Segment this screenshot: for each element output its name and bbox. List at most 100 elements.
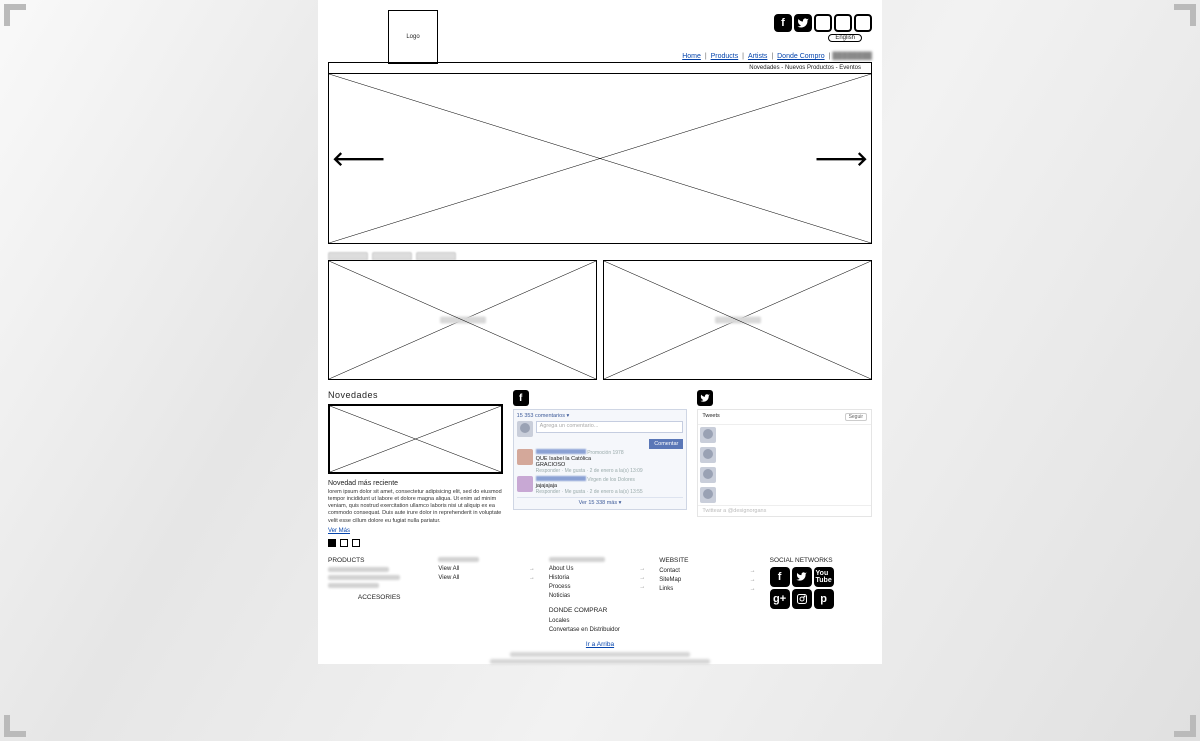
footer-facebook-icon[interactable]: f [770, 567, 790, 587]
footer-locales[interactable]: Locales [549, 617, 651, 626]
fb-comment-count[interactable]: 15 353 comentarios ▾ [517, 413, 684, 419]
footer-legal-blurred [318, 652, 882, 664]
footer-process[interactable]: Process→ [549, 583, 651, 592]
tab-3[interactable] [416, 252, 456, 260]
tweets-list[interactable] [698, 425, 871, 505]
feature-panel-left[interactable] [328, 260, 597, 380]
feature-panel-right[interactable] [603, 260, 872, 380]
social-slot-5[interactable] [854, 14, 872, 32]
facebook-column: f 15 353 comentarios ▾ Agrega un comenta… [513, 390, 688, 547]
hero-image-placeholder [328, 74, 872, 244]
fb-extra-1: Promoción 1978 [587, 450, 623, 456]
fb-input-row: Agrega un comentario... [517, 421, 684, 437]
footer-noticias[interactable]: Noticias [549, 592, 651, 601]
footer-googleplus-icon[interactable]: g+ [770, 589, 790, 609]
twitter-header: Tweets Seguir [698, 410, 871, 425]
footer: PRODUCTS ACCESORIES View All→ View All→ … [328, 557, 872, 635]
footer-sitemap[interactable]: SiteMap→ [659, 576, 761, 585]
fb-comment-button[interactable]: Comentar [649, 439, 683, 449]
page-dot-2[interactable] [340, 539, 348, 547]
footer-col-viewall: View All→ View All→ [438, 557, 540, 635]
footer-col-company: About Us→ Historia→ Process→ Noticias DO… [549, 557, 651, 635]
novedades-body: lorem ipsum dolor sit amet, consectetur … [328, 489, 503, 525]
language-selector[interactable]: English [828, 34, 862, 42]
fb-comment-input[interactable]: Agrega un comentario... [536, 421, 684, 433]
nav-home[interactable]: Home [682, 53, 701, 60]
tw-avatar-1 [700, 427, 716, 443]
novedades-subtitle: Novedad más reciente [328, 480, 503, 487]
logo-label: Logo [406, 34, 419, 40]
footer-blur-5 [549, 557, 605, 562]
footer-viewall-2[interactable]: View All→ [438, 574, 540, 583]
footer-distribuidor[interactable]: Convertase en Distribuidor [549, 626, 651, 635]
footer-blur-2 [328, 575, 400, 580]
footer-accesories-title: ACCESORIES [328, 594, 430, 601]
facebook-header-icon: f [513, 390, 529, 406]
panel-left-label [440, 317, 486, 324]
nav-products[interactable]: Products [711, 53, 739, 60]
footer-social-grid: f YouTube g+ p [770, 567, 836, 609]
arrow-right-icon: → [529, 574, 535, 583]
ver-mas-link[interactable]: Ver Más [328, 528, 503, 534]
twitter-header-icon [697, 390, 713, 406]
footer-instagram-icon[interactable] [792, 589, 812, 609]
social-slot-4[interactable] [834, 14, 852, 32]
nav-donde-compro[interactable]: Donde Compro [777, 53, 824, 60]
twitter-widget: Tweets Seguir Twittear a @designorgans [697, 409, 872, 517]
tw-avatar-3 [700, 467, 716, 483]
footer-links[interactable]: Links→ [659, 585, 761, 594]
fb-comment-2: Virgen de los Dolores jajajajaja Respond… [517, 476, 684, 495]
fb-avatar-1 [517, 449, 533, 465]
tw-avatar-4 [700, 487, 716, 503]
footer-blur-1 [328, 567, 389, 572]
novedades-title: Novedades [328, 390, 503, 400]
nav-blurred-item[interactable]: ████████ [832, 53, 872, 60]
fb-comment-1: Promoción 1978 QUE Isabel la Católica GR… [517, 449, 684, 474]
footer-col-website: WEBSITE Contact→ SiteMap→ Links→ [659, 557, 761, 635]
nav-artists[interactable]: Artists [748, 53, 767, 60]
panel-right-label [715, 317, 761, 324]
page-dot-1[interactable] [328, 539, 336, 547]
footer-col-products: PRODUCTS ACCESORIES [328, 557, 430, 635]
twitter-icon[interactable] [794, 14, 812, 32]
arrow-right-icon: → [529, 565, 535, 574]
tab-1[interactable] [328, 252, 368, 260]
tweet-2 [700, 447, 869, 463]
fb-meta-2: Responder · Me gusta · 2 de enero a la(s… [536, 489, 684, 495]
footer-youtube-icon[interactable]: YouTube [814, 567, 834, 587]
fb-load-more[interactable]: Ver 15 338 más ▾ [517, 497, 684, 506]
novedades-column: Novedades Novedad más reciente lorem ips… [328, 390, 503, 547]
social-slot-3[interactable] [814, 14, 832, 32]
footer-historia[interactable]: Historia→ [549, 574, 651, 583]
tweet-3 [700, 467, 869, 483]
go-top-link[interactable]: Ir a Arriba [586, 641, 614, 648]
footer-blur-3 [328, 583, 379, 588]
tweets-label: Tweets [702, 413, 719, 421]
feature-panels [328, 260, 872, 380]
carousel-prev-arrow[interactable]: 🡐 [332, 147, 386, 172]
footer-contact[interactable]: Contact→ [659, 567, 761, 576]
footer-twitter-icon[interactable] [792, 567, 812, 587]
twitter-follow-button[interactable]: Seguir [845, 413, 867, 421]
fb-name-1[interactable] [536, 449, 586, 454]
tab-2[interactable] [372, 252, 412, 260]
frame-corner-tr [1174, 4, 1196, 26]
footer-pinterest-icon[interactable]: p [814, 589, 834, 609]
novedades-image-placeholder [328, 404, 503, 474]
twitter-column: Tweets Seguir Twittear a @designorgans [697, 390, 872, 547]
page-dot-3[interactable] [352, 539, 360, 547]
header: Logo f English Home | Products | Artists… [318, 6, 882, 60]
frame-corner-tl [4, 4, 26, 26]
fb-name-2[interactable] [536, 476, 586, 481]
tweet-4 [700, 487, 869, 503]
footer-viewall-1[interactable]: View All→ [438, 565, 540, 574]
facebook-icon[interactable]: f [774, 14, 792, 32]
footer-blur-4 [438, 557, 479, 562]
twitter-compose-input[interactable]: Twittear a @designorgans [698, 505, 871, 516]
footer-website-title: WEBSITE [659, 557, 761, 564]
fb-meta-1: Responder · Me gusta · 2 de enero a la(s… [536, 468, 684, 474]
footer-col-social: SOCIAL NETWORKS f YouTube g+ p [770, 557, 872, 635]
carousel-next-arrow[interactable]: 🡒 [814, 147, 868, 172]
footer-about-us[interactable]: About Us→ [549, 565, 651, 574]
logo-placeholder[interactable]: Logo [388, 10, 438, 64]
